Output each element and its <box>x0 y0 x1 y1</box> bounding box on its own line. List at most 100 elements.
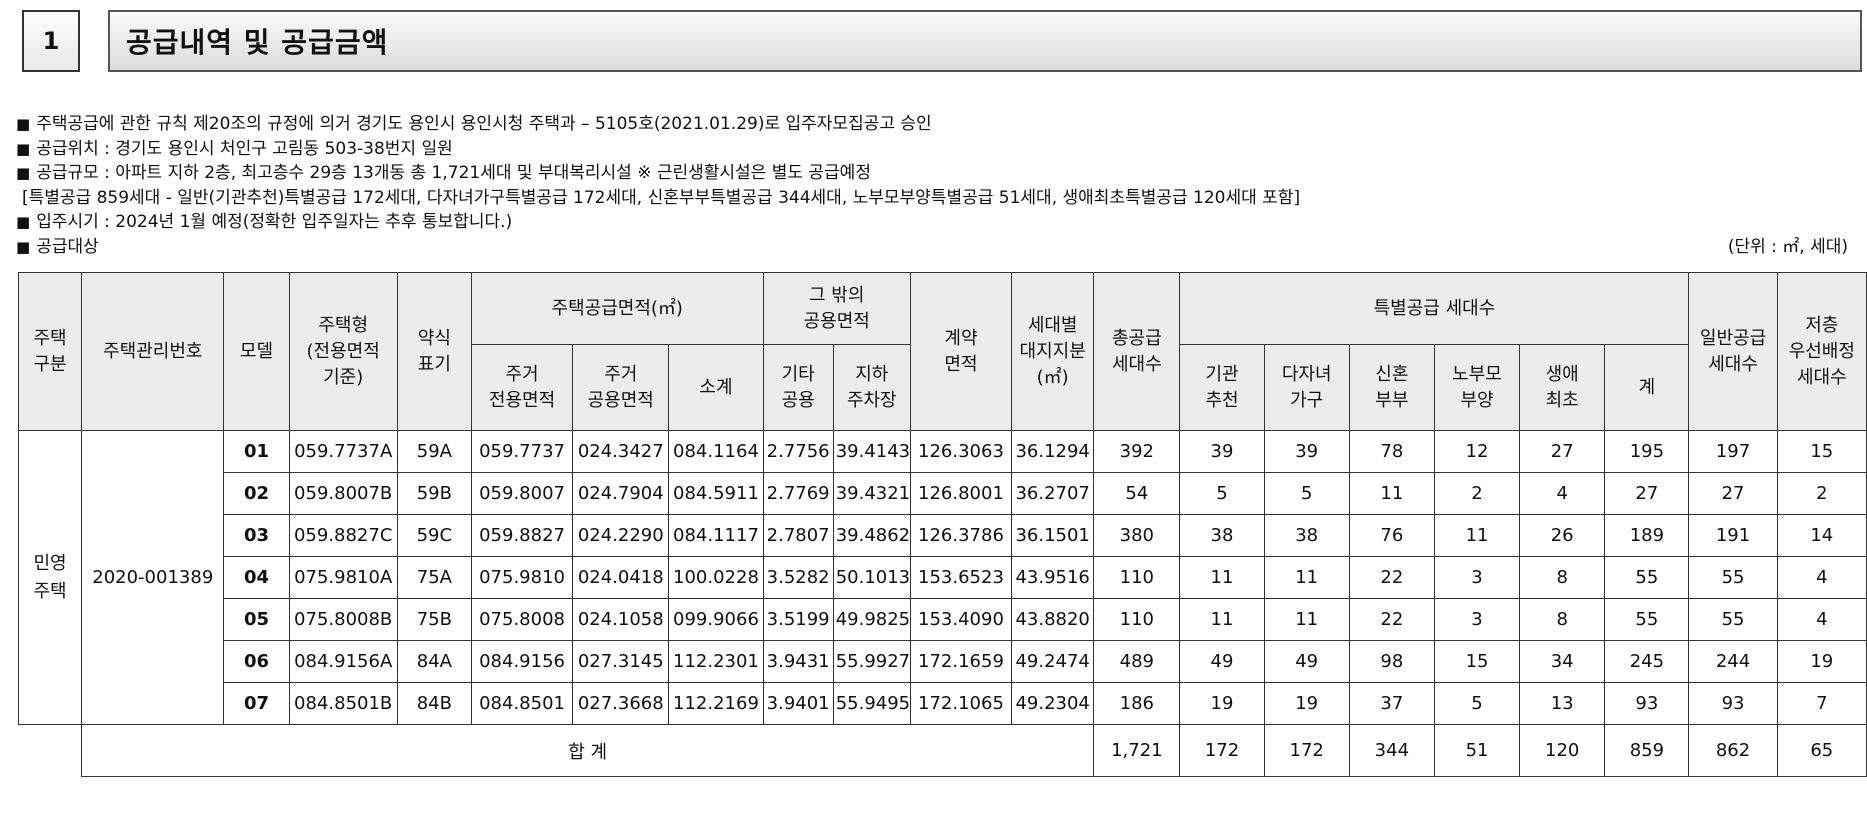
table-row: 06 084.9156A 84A 084.9156 027.3145 112.2301 3.… <box>19 640 1867 683</box>
target-unit-row: ■ 공급대상 (단위 : ㎡, 세대) <box>16 235 1848 260</box>
table-cell: 4 <box>1519 472 1606 515</box>
table-cell: 8 <box>1519 556 1606 599</box>
header-land-share: 세대별 대지지분 (㎡) <box>1011 272 1095 431</box>
table-cell: 197 <box>1688 430 1778 473</box>
header-common-area: 주거 공용면적 <box>572 344 670 431</box>
total-label: 합 계 <box>81 724 1095 777</box>
table-cell: 49.9825 <box>832 598 911 641</box>
note-line-special-breakdown: [특별공급 859세대 - 일반(기관추천)특별공급 172세대, 다자녀가구특… <box>22 187 1301 208</box>
table-cell: 380 <box>1093 514 1181 557</box>
table-cell: 39.4321 <box>832 472 911 515</box>
table-cell: 55 <box>1604 598 1690 641</box>
header-excl-area: 주거 전용면적 <box>470 344 574 431</box>
header-abbr: 약식 표기 <box>396 272 472 431</box>
table-cell: 100.0228 <box>668 556 764 599</box>
table-cell: 11 <box>1348 472 1435 515</box>
table-cell: 3.5199 <box>762 598 834 641</box>
table-cell: 55 <box>1688 556 1778 599</box>
table-cell: 14 <box>1776 514 1867 557</box>
table-cell: 11 <box>1179 598 1265 641</box>
table-cell: 11 <box>1179 556 1265 599</box>
table-cell: 22 <box>1348 598 1435 641</box>
header-parking: 지하 주차장 <box>832 344 911 431</box>
table-cell: 39.4862 <box>832 514 911 557</box>
house-type-div-cell: 민영 주택 <box>17 430 83 725</box>
table-row: 07 084.8501B 84B 084.8501 027.3668 112.2169 3.… <box>19 682 1867 725</box>
note-line-location: ■ 공급위치 : 경기도 용인시 처인구 고림동 503-38번지 일원 <box>16 138 453 159</box>
table-cell: 084.1117 <box>668 514 764 557</box>
header-supply-area: 주택공급면적(㎡) <box>470 272 764 345</box>
table-cell: 49 <box>1263 640 1350 683</box>
table-cell: 3 <box>1433 556 1521 599</box>
table-cell: 59B <box>396 472 472 515</box>
bullet-square-icon: ■ <box>16 115 31 133</box>
table-cell: 024.1058 <box>572 598 670 641</box>
header-general: 일반공급 세대수 <box>1688 272 1778 431</box>
table-row: 05 075.8008B 75B 075.8008 024.1058 099.9066 3.… <box>19 598 1867 641</box>
table-cell: 059.8827C <box>288 514 398 557</box>
header-low-floor: 저층 우선배정 세대수 <box>1776 272 1867 431</box>
table-cell: 191 <box>1688 514 1778 557</box>
unit-label: (단위 : ㎡, 세대) <box>1727 236 1848 257</box>
total-cell: 862 <box>1688 724 1778 777</box>
table-cell: 153.6523 <box>909 556 1013 599</box>
table-cell: 36.1294 <box>1011 430 1095 473</box>
table-row: 03 059.8827C 59C 059.8827 024.2290 084.1117 2.… <box>19 514 1867 557</box>
table-cell: 93 <box>1688 682 1778 725</box>
table-cell: 2 <box>1776 472 1867 515</box>
table-cell: 027.3145 <box>572 640 670 683</box>
table-cell: 36.2707 <box>1011 472 1095 515</box>
table-cell: 084.8501 <box>470 682 574 725</box>
header-total-units: 총공급 세대수 <box>1093 272 1181 431</box>
table-cell: 189 <box>1604 514 1690 557</box>
table-cell: 075.9810A <box>288 556 398 599</box>
table-cell: 02 <box>223 472 290 515</box>
table-cell: 34 <box>1519 640 1606 683</box>
note-line-target: ■ 공급대상 <box>16 236 99 257</box>
table-cell: 024.7904 <box>572 472 670 515</box>
table-cell: 084.9156A <box>288 640 398 683</box>
table-cell: 110 <box>1093 598 1181 641</box>
notes-block: ■ 주택공급에 관한 규칙 제20조의 규정에 의거 경기도 용인시 용인시청 주… <box>16 112 1866 259</box>
table-row: 04 075.9810A 75A 075.9810 024.0418 100.0228 3.… <box>19 556 1867 599</box>
header-elderly: 노부모 부양 <box>1433 344 1521 431</box>
table-cell: 084.5911 <box>668 472 764 515</box>
table-cell: 05 <box>223 598 290 641</box>
table-cell: 75B <box>396 598 472 641</box>
table-cell: 075.9810 <box>470 556 574 599</box>
header-other: 기타 공용 <box>762 344 834 431</box>
table-cell: 39.4143 <box>832 430 911 473</box>
table-cell: 01 <box>223 430 290 473</box>
total-cell: 172 <box>1263 724 1350 777</box>
table-cell: 55.9495 <box>832 682 911 725</box>
header-subtotal: 소계 <box>668 344 764 431</box>
table-cell: 024.0418 <box>572 556 670 599</box>
blank-cell <box>18 724 83 777</box>
table-cell: 059.7737A <box>288 430 398 473</box>
table-cell: 4 <box>1776 598 1867 641</box>
header-newlywed: 신혼 부부 <box>1348 344 1435 431</box>
header-other-common: 그 밖의 공용면적 <box>762 272 911 345</box>
table-cell: 059.8007B <box>288 472 398 515</box>
table-cell: 2.7769 <box>762 472 834 515</box>
note-line-scale: ■ 공급규모 : 아파트 지하 2층, 최고층수 29층 13개동 총 1,721… <box>16 163 871 183</box>
table-cell: 50.1013 <box>832 556 911 599</box>
table-cell: 024.3427 <box>572 430 670 473</box>
supply-table-body: 민영 주택 2020-001389 01 059.7737A 59A 059.7737 02… <box>17 430 1867 777</box>
table-cell: 11 <box>1433 514 1521 557</box>
table-cell: 059.8007 <box>470 472 574 515</box>
table-cell: 245 <box>1604 640 1690 683</box>
table-cell: 75A <box>396 556 472 599</box>
table-cell: 15 <box>1776 430 1867 473</box>
table-cell: 43.9516 <box>1011 556 1095 599</box>
table-cell: 3.9401 <box>762 682 834 725</box>
bullet-square-icon: ■ <box>16 237 31 256</box>
table-row: 민영 주택 2020-001389 01 059.7737A 59A 059.7737 02… <box>17 430 1867 725</box>
table-cell: 43.8820 <box>1011 598 1095 641</box>
table-cell: 112.2301 <box>668 640 764 683</box>
total-cell: 1,721 <box>1093 724 1181 777</box>
table-cell: 78 <box>1348 430 1435 473</box>
table-cell: 2 <box>1433 472 1521 515</box>
table-cell: 36.1501 <box>1011 514 1095 557</box>
table-cell: 19 <box>1263 682 1350 725</box>
